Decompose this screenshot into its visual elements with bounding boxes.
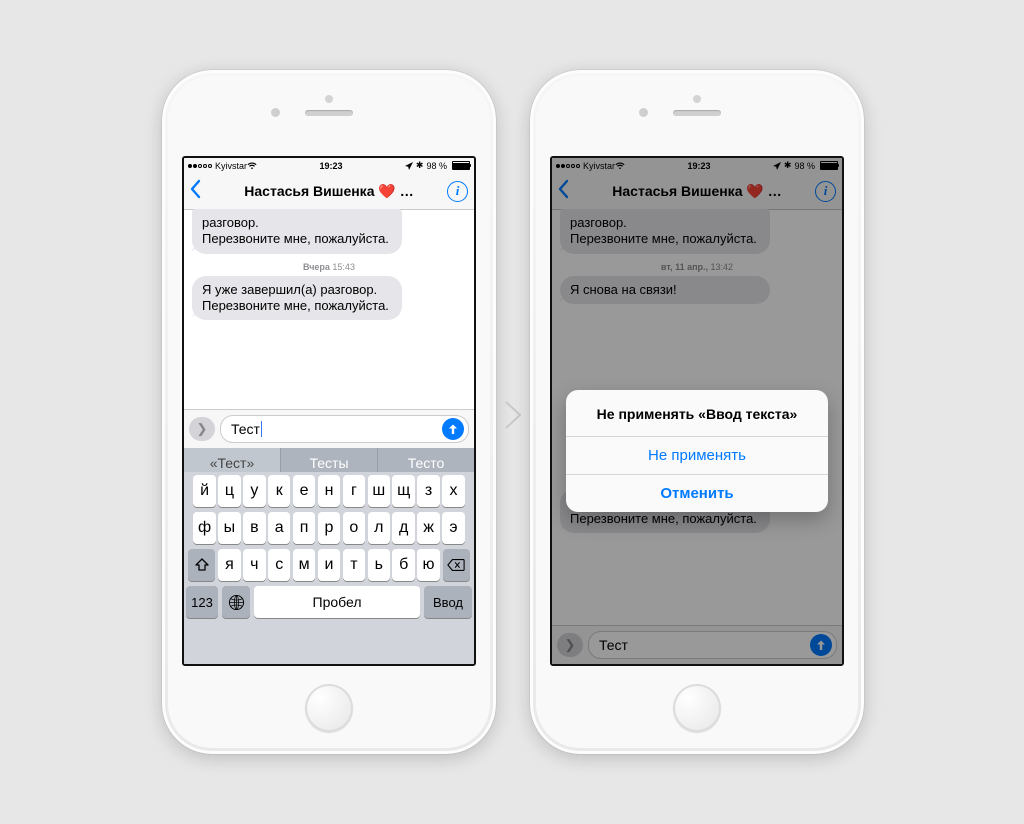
key-б[interactable]: б — [392, 549, 414, 581]
messages-thread[interactable]: разговор. Перезвоните мне, пожалуйста. В… — [184, 209, 474, 410]
keyboard: йцукенгшщзх фывапролджэ ячсмитьбю 123 — [184, 472, 474, 664]
status-bar: Kyivstar 19:23 ✱ 98 % — [184, 158, 474, 173]
earpiece-speaker — [673, 110, 721, 116]
key-и[interactable]: и — [318, 549, 340, 581]
key-о[interactable]: о — [343, 512, 365, 544]
key-ф[interactable]: ф — [193, 512, 215, 544]
backspace-icon — [447, 558, 465, 572]
key-д[interactable]: д — [392, 512, 414, 544]
key-с[interactable]: с — [268, 549, 290, 581]
shift-key[interactable] — [188, 549, 215, 581]
key-ч[interactable]: ч — [243, 549, 265, 581]
battery-pct: 98 % — [426, 161, 447, 171]
key-в[interactable]: в — [243, 512, 265, 544]
key-е[interactable]: е — [293, 475, 315, 507]
key-ш[interactable]: ш — [368, 475, 390, 507]
contact-name[interactable]: Настасья Вишенка ❤️ … — [214, 183, 444, 200]
key-х[interactable]: х — [442, 475, 464, 507]
info-button[interactable]: i — [447, 181, 468, 202]
back-button[interactable] — [188, 179, 202, 204]
chevron-right-icon: ❯ — [197, 421, 208, 437]
earpiece-speaker — [305, 110, 353, 116]
key-э[interactable]: э — [442, 512, 464, 544]
timestamp: Вчера 15:43 — [184, 262, 474, 272]
globe-icon — [228, 594, 245, 611]
front-camera — [271, 108, 280, 117]
key-а[interactable]: а — [268, 512, 290, 544]
iphone-right: Kyivstar 19:23 ✱ 98 % Настасья — [530, 70, 864, 754]
key-ж[interactable]: ж — [417, 512, 439, 544]
apps-toggle-button[interactable]: ❯ — [189, 417, 215, 441]
screen: Kyivstar 19:23 ✱ 98 % Настасья — [550, 156, 844, 666]
key-р[interactable]: р — [318, 512, 340, 544]
proximity-sensor — [693, 95, 701, 103]
key-з[interactable]: з — [417, 475, 439, 507]
return-key[interactable]: Ввод — [424, 586, 472, 618]
message-text-value: Тест — [231, 421, 260, 437]
key-ю[interactable]: ю — [417, 549, 439, 581]
backspace-key[interactable] — [443, 549, 470, 581]
alert-cancel-button[interactable]: Отменить — [566, 474, 828, 512]
alert-undo-button[interactable]: Не применять — [566, 436, 828, 474]
home-button[interactable] — [673, 684, 721, 732]
home-button[interactable] — [305, 684, 353, 732]
arrow-up-icon — [447, 423, 459, 435]
key-н[interactable]: н — [318, 475, 340, 507]
nav-bar: Настасья Вишенка ❤️ … i — [184, 173, 474, 210]
key-п[interactable]: п — [293, 512, 315, 544]
shift-icon — [194, 557, 210, 573]
text-cursor — [261, 421, 263, 437]
key-ы[interactable]: ы — [218, 512, 240, 544]
key-щ[interactable]: щ — [392, 475, 414, 507]
message-input-bar: ❯ Тест — [184, 409, 474, 448]
heart-icon: ❤️ — [378, 183, 395, 199]
key-й[interactable]: й — [193, 475, 215, 507]
screen: Kyivstar 19:23 ✱ 98 % — [182, 156, 476, 666]
message-bubble[interactable]: Я уже завершил(а) разговор. Перезвоните … — [192, 276, 402, 321]
key-я[interactable]: я — [218, 549, 240, 581]
proximity-sensor — [325, 95, 333, 103]
key-ь[interactable]: ь — [368, 549, 390, 581]
undo-alert: Не применять «Ввод текста» Не применять … — [566, 390, 828, 512]
key-к[interactable]: к — [268, 475, 290, 507]
signal-dots-icon — [188, 161, 213, 171]
key-м[interactable]: м — [293, 549, 315, 581]
message-text-field[interactable]: Тест — [220, 415, 469, 443]
statusbar-time: 19:23 — [319, 161, 342, 171]
transition-arrow-icon — [502, 400, 524, 435]
key-у[interactable]: у — [243, 475, 265, 507]
iphone-left: Kyivstar 19:23 ✱ 98 % — [162, 70, 496, 754]
key-т[interactable]: т — [343, 549, 365, 581]
message-bubble[interactable]: разговор. Перезвоните мне, пожалуйста. — [192, 209, 402, 254]
space-key[interactable]: Пробел — [254, 586, 420, 618]
wifi-icon — [247, 162, 257, 170]
battery-icon — [450, 161, 470, 170]
chevron-left-icon — [188, 179, 202, 199]
bluetooth-icon: ✱ — [416, 160, 424, 171]
carrier-label: Kyivstar — [215, 161, 247, 171]
key-ц[interactable]: ц — [218, 475, 240, 507]
globe-key[interactable] — [222, 586, 250, 618]
alert-title: Не применять «Ввод текста» — [566, 390, 828, 436]
numbers-key[interactable]: 123 — [186, 586, 218, 618]
send-button[interactable] — [442, 418, 464, 440]
location-icon — [405, 162, 413, 170]
front-camera — [639, 108, 648, 117]
key-г[interactable]: г — [343, 475, 365, 507]
key-л[interactable]: л — [368, 512, 390, 544]
